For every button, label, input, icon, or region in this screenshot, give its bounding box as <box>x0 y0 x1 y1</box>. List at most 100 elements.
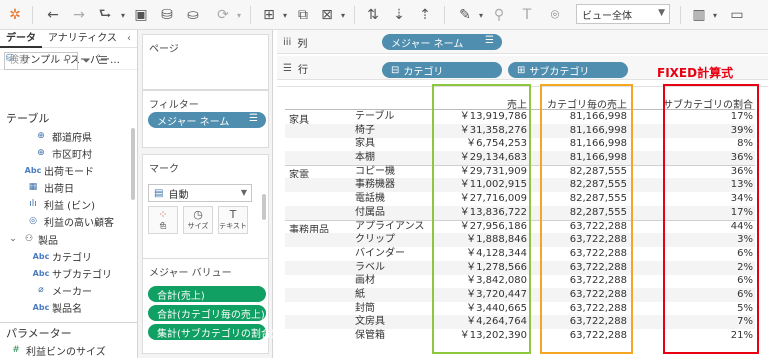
sales-cell[interactable]: ￥6,754,253 <box>466 137 527 151</box>
category-sales-cell[interactable]: 63,722,288 <box>570 315 627 329</box>
view-size-select[interactable]: ビュー全体 ▼ <box>576 4 670 24</box>
column-pill-measure-names[interactable]: メジャー ネーム ☰ <box>382 34 502 50</box>
sales-cell[interactable]: ￥29,731,909 <box>460 165 527 179</box>
view-options-icon[interactable]: ☰ <box>98 54 108 67</box>
sales-cell[interactable]: ￥1,278,566 <box>466 261 527 275</box>
clear-sheet-icon[interactable]: ⊠ <box>318 5 336 25</box>
undo-icon[interactable]: ← <box>44 5 62 25</box>
ratio-cell[interactable]: 17% <box>731 110 753 124</box>
sales-cell[interactable]: ￥3,842,080 <box>466 274 527 288</box>
subcategory-cell[interactable]: 電話機 <box>355 192 385 206</box>
measure-pill-subcategory-ratio[interactable]: 集計(サブカテゴリの割合) <box>148 324 275 340</box>
color-button[interactable]: ⁘ 色 <box>148 206 178 234</box>
ratio-cell[interactable]: 2% <box>737 261 753 275</box>
sales-cell[interactable]: ￥3,440,665 <box>466 302 527 316</box>
subcategory-cell[interactable]: ラベル <box>355 261 385 275</box>
sales-cell[interactable]: ￥13,919,786 <box>460 110 527 124</box>
chevron-down-icon[interactable]: ▾ <box>118 5 128 25</box>
ratio-cell[interactable]: 44% <box>731 220 753 234</box>
ratio-cell[interactable]: 36% <box>731 151 753 165</box>
category-sales-cell[interactable]: 63,722,288 <box>570 274 627 288</box>
category-sales-cell[interactable]: 63,722,288 <box>570 247 627 261</box>
pause-updates-icon[interactable]: ⛀ <box>184 5 202 25</box>
category-sales-cell[interactable]: 82,287,555 <box>570 178 627 192</box>
replace-data-source-icon[interactable]: ⮑ <box>96 5 114 25</box>
ratio-cell[interactable]: 17% <box>731 206 753 220</box>
subcategory-cell[interactable]: 本棚 <box>355 151 375 165</box>
category-sales-cell[interactable]: 63,722,288 <box>570 302 627 316</box>
refresh-icon[interactable]: ⟳ <box>214 5 232 25</box>
pages-card[interactable]: ページ <box>142 34 269 90</box>
sales-cell[interactable]: ￥29,134,683 <box>460 151 527 165</box>
parameter-item[interactable]: # 利益ビンのサイズ <box>6 342 105 358</box>
subcategory-cell[interactable]: 付属品 <box>355 206 385 220</box>
ratio-cell[interactable]: 21% <box>731 329 753 343</box>
measure-pill-category-sales[interactable]: 合計(カテゴリ毎の売上) <box>148 305 266 321</box>
ratio-cell[interactable]: 6% <box>737 247 753 261</box>
filter-pill-measure-names[interactable]: メジャー ネーム ☰ <box>148 112 266 128</box>
subcategory-cell[interactable]: 封筒 <box>355 302 375 316</box>
presentation-mode-icon[interactable]: ▭ <box>728 5 746 25</box>
filter-icon[interactable]: ⏷ <box>82 54 91 68</box>
ratio-cell[interactable]: 3% <box>737 233 753 247</box>
subcategory-cell[interactable]: アプライアンス <box>355 220 424 234</box>
subcategory-cell[interactable]: 文房具 <box>355 315 385 329</box>
highlight-icon[interactable]: ✎ <box>456 5 474 25</box>
duplicate-sheet-icon[interactable]: ⧉ <box>294 5 312 25</box>
chevron-down-icon[interactable]: ▾ <box>338 5 348 25</box>
tab-data[interactable]: データ <box>0 30 42 48</box>
ratio-cell[interactable]: 36% <box>731 165 753 179</box>
new-worksheet-icon[interactable]: ⊞ <box>260 5 278 25</box>
category-sales-cell[interactable]: 82,287,555 <box>570 165 627 179</box>
sales-cell[interactable]: ￥4,128,344 <box>466 247 527 261</box>
ratio-cell[interactable]: 34% <box>731 192 753 206</box>
sales-cell[interactable]: ￥31,358,276 <box>460 124 527 138</box>
tab-analytics[interactable]: アナリティクス <box>42 30 123 48</box>
subcategory-cell[interactable]: 事務機器 <box>355 178 395 192</box>
mark-type-select[interactable]: ▤ 自動 ▼ <box>148 184 252 202</box>
field-item[interactable]: Abc 製品名 <box>30 299 82 315</box>
columns-shelf[interactable]: iii 列 <box>277 30 768 54</box>
save-icon[interactable]: ▣ <box>132 5 150 25</box>
sales-cell[interactable]: ￥13,836,722 <box>460 206 527 220</box>
category-sales-cell[interactable]: 81,166,998 <box>570 110 627 124</box>
field-item[interactable]: ⌄ ⚇ 製品 <box>6 231 58 247</box>
show-labels-icon[interactable]: T <box>518 5 536 25</box>
show-me-icon[interactable]: ▥ <box>690 5 708 25</box>
row-pill-subcategory[interactable]: ⊞ サブカテゴリ <box>508 62 628 78</box>
sort-descending-icon[interactable]: ⇡ <box>416 5 434 25</box>
field-item[interactable]: Abc 出荷モード <box>22 162 94 178</box>
chevron-down-icon[interactable]: ▾ <box>280 5 290 25</box>
row-pill-category[interactable]: ⊟ カテゴリ <box>382 62 502 78</box>
chevron-down-icon[interactable]: ▾ <box>234 5 244 25</box>
category-sales-cell[interactable]: 82,287,555 <box>570 206 627 220</box>
group-members-icon[interactable]: ⚲ <box>490 5 508 25</box>
sales-cell[interactable]: ￥27,716,009 <box>460 192 527 206</box>
new-data-source-icon[interactable]: ⛁ <box>158 5 176 25</box>
field-item[interactable]: ⌀ メーカー <box>30 282 92 298</box>
chevron-down-icon[interactable]: ▾ <box>710 5 720 25</box>
subcategory-cell[interactable]: バインダー <box>355 247 405 261</box>
marks-scrollbar[interactable] <box>262 194 266 220</box>
data-pane-scrollbar[interactable] <box>131 128 135 200</box>
ratio-cell[interactable]: 13% <box>731 178 753 192</box>
sales-cell[interactable]: ￥1,888,846 <box>466 233 527 247</box>
sales-cell[interactable]: ￥27,956,186 <box>460 220 527 234</box>
subcategory-cell[interactable]: 紙 <box>355 288 365 302</box>
field-item[interactable]: ılı 利益 (ビン) <box>22 196 95 212</box>
ratio-cell[interactable]: 8% <box>737 137 753 151</box>
category-sales-cell[interactable]: 63,722,288 <box>570 329 627 343</box>
category-sales-cell[interactable]: 81,166,998 <box>570 137 627 151</box>
ratio-cell[interactable]: 6% <box>737 288 753 302</box>
swap-rows-columns-icon[interactable]: ⇅ <box>364 5 382 25</box>
subcategory-cell[interactable]: 椅子 <box>355 124 375 138</box>
field-item[interactable]: ⊕ 都道府県 <box>30 128 92 144</box>
field-item[interactable]: ▦ 出荷日 <box>22 179 74 195</box>
chevron-down-icon[interactable]: ⌄ <box>6 234 20 244</box>
category-sales-cell[interactable]: 63,722,288 <box>570 261 627 275</box>
field-item[interactable]: ⊕ 市区町村 <box>30 145 92 161</box>
sales-cell[interactable]: ￥3,720,447 <box>466 288 527 302</box>
measure-pill-sales[interactable]: 合計(売上) <box>148 286 266 302</box>
ratio-cell[interactable]: 6% <box>737 274 753 288</box>
category-sales-cell[interactable]: 63,722,288 <box>570 233 627 247</box>
